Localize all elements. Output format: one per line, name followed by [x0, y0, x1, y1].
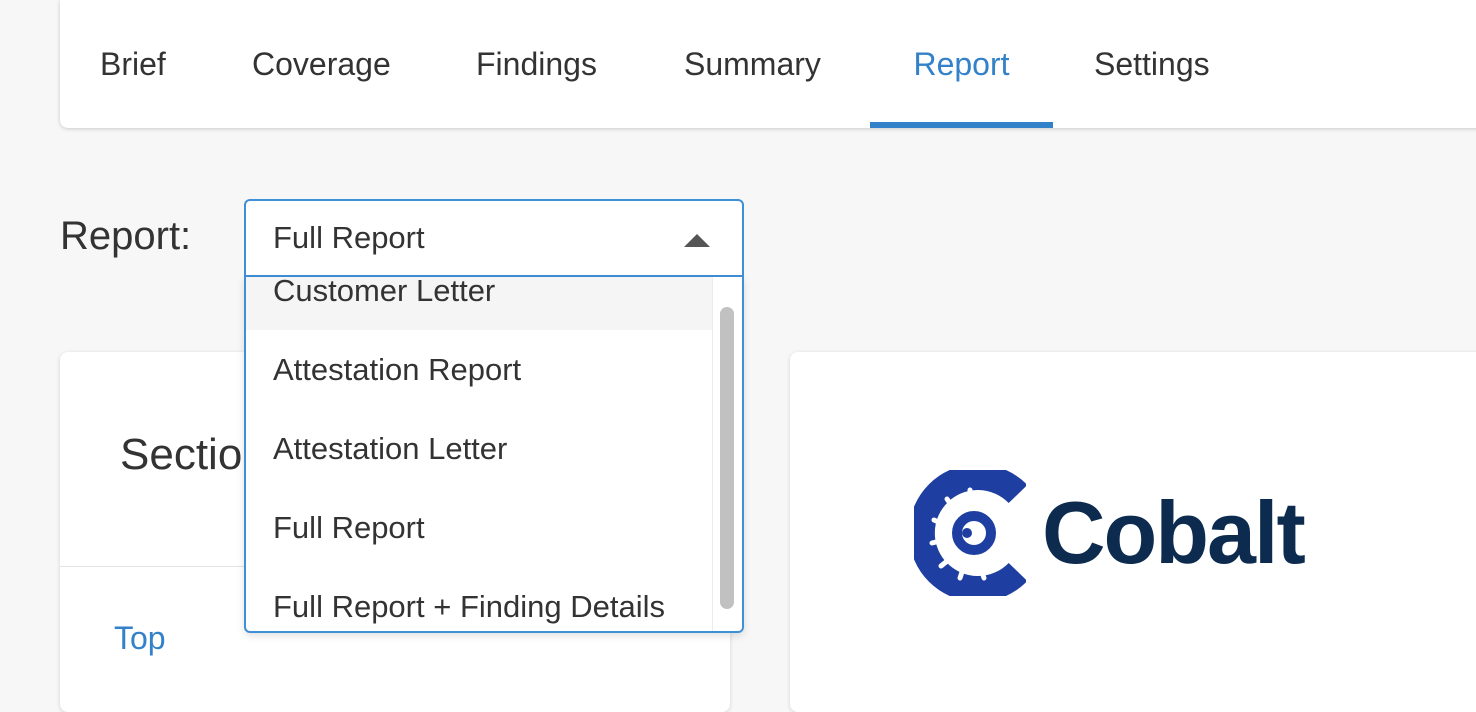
- report-preview-card: Cobalt: [790, 352, 1476, 712]
- report-select-dropdown[interactable]: Customer Letter Attestation Report Attes…: [244, 277, 744, 633]
- dropdown-scrollbar-thumb[interactable]: [720, 307, 734, 609]
- cobalt-logo: Cobalt: [914, 470, 1306, 596]
- tab-coverage[interactable]: Coverage: [252, 0, 391, 128]
- dropdown-option-attestation-report[interactable]: Attestation Report: [246, 330, 712, 409]
- tab-findings[interactable]: Findings: [476, 0, 597, 128]
- report-select[interactable]: Full Report: [244, 199, 744, 277]
- dropdown-option-full-report[interactable]: Full Report: [246, 488, 712, 567]
- tab-report[interactable]: Report: [870, 0, 1053, 128]
- cobalt-logo-mark-icon: [914, 470, 1026, 596]
- tab-summary[interactable]: Summary: [684, 0, 821, 128]
- dropdown-option-full-report-finding-details[interactable]: Full Report + Finding Details: [246, 567, 712, 631]
- caret-up-icon[interactable]: [684, 234, 710, 247]
- top-link[interactable]: Top: [114, 620, 166, 657]
- cobalt-logo-text: Cobalt: [1042, 483, 1306, 582]
- tab-settings[interactable]: Settings: [1094, 0, 1210, 128]
- tab-brief[interactable]: Brief: [100, 0, 166, 128]
- tab-bar: Brief Coverage Findings Summary Report S…: [60, 0, 1476, 128]
- dropdown-option-attestation-letter[interactable]: Attestation Letter: [246, 409, 712, 488]
- report-select-label: Report:: [60, 214, 192, 258]
- dropdown-scrollbar[interactable]: [712, 277, 742, 631]
- report-select-value: Full Report: [273, 220, 425, 255]
- dropdown-option-customer-letter[interactable]: Customer Letter: [246, 277, 712, 330]
